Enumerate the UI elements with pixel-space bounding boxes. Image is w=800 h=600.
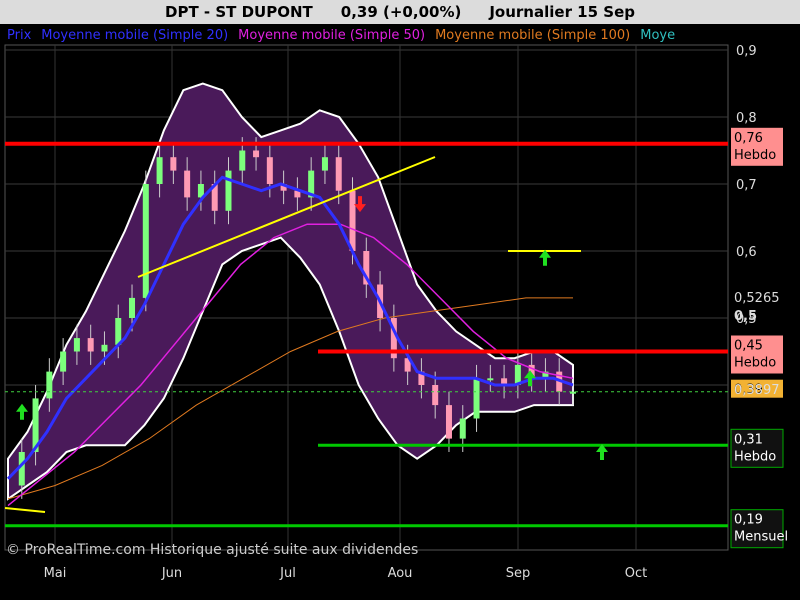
x-tick-label: Oct xyxy=(625,566,647,581)
candle-body xyxy=(101,344,108,352)
x-tick-label: Sep xyxy=(506,566,531,581)
candle-body xyxy=(459,418,466,439)
candle-body xyxy=(156,157,163,184)
candle-body xyxy=(239,150,246,171)
candle-body xyxy=(170,157,177,171)
x-tick-label: Mai xyxy=(44,566,67,581)
y-tick-label: 0,6 xyxy=(736,245,757,260)
candle-body xyxy=(129,297,136,318)
legend-item: Moyenne mobile (Simple 20) xyxy=(41,28,228,43)
candle-body xyxy=(60,351,67,372)
candle-body xyxy=(349,190,356,251)
legend-item: Moyenne mobile (Simple 50) xyxy=(238,28,425,43)
candle-body xyxy=(321,157,328,171)
candle-body xyxy=(87,338,94,352)
level-tag-value: 0,31 xyxy=(734,432,763,447)
level-tag-value: 0,45 xyxy=(734,339,763,354)
x-tick-label: Aou xyxy=(388,566,413,581)
y-tick-label: 0,7 xyxy=(736,178,757,193)
level-tag-name: Hebdo xyxy=(734,356,776,371)
candle-body xyxy=(46,371,53,399)
side-value-label: 0,5265 xyxy=(734,291,780,306)
period-label: Journalier 15 Sep xyxy=(489,3,635,21)
legend-item: Prix xyxy=(7,28,32,43)
candle-body xyxy=(142,184,149,298)
candle-body xyxy=(225,170,232,211)
chart-title-bar: DPT - ST DUPONT 0,39 (+0,00%) Journalier… xyxy=(0,0,800,24)
level-tag-name: Hebdo xyxy=(734,449,776,464)
candle-body xyxy=(335,157,342,191)
level-tag-name: Mensuel xyxy=(734,530,788,545)
legend-item: Moye xyxy=(640,28,675,43)
price-chart: 0,40,50,60,70,80,9MaiJunJulAouSepOct0,76… xyxy=(0,0,800,600)
candle-body xyxy=(432,385,439,406)
candle-body xyxy=(473,378,480,419)
candle-body xyxy=(445,405,452,439)
copyright-footer: © ProRealTime.com Historique ajusté suit… xyxy=(6,542,418,558)
symbol-title: DPT - ST DUPONT xyxy=(165,3,313,21)
candle-body xyxy=(487,378,494,381)
candle-body xyxy=(73,338,80,352)
candle-body xyxy=(266,157,273,184)
y-tick-label: 0,9 xyxy=(736,44,757,59)
price-change: 0,39 (+0,00%) xyxy=(340,3,462,21)
candle-body xyxy=(253,150,260,158)
y-tick-label: 0,8 xyxy=(736,111,757,126)
legend-item: Moyenne mobile (Simple 100) xyxy=(435,28,630,43)
candle-body xyxy=(184,170,191,198)
x-tick-label: Jul xyxy=(279,566,296,581)
side-value-label: 0,3897 xyxy=(734,383,780,398)
level-tag-name: Hebdo xyxy=(734,148,776,163)
x-tick-label: Jun xyxy=(161,566,182,581)
level-tag-value: 0,19 xyxy=(734,513,763,528)
side-value-label: 0,5 xyxy=(734,309,757,324)
level-tag-value: 0,76 xyxy=(734,131,763,146)
